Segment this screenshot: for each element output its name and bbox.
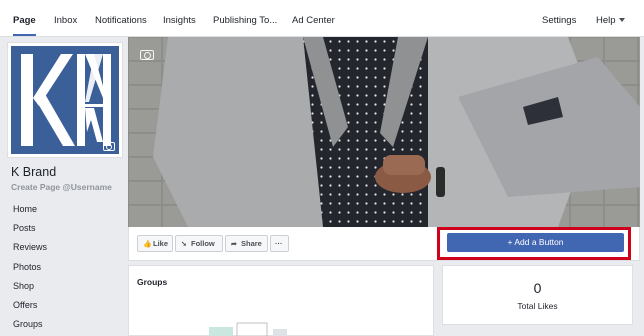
tab-publishing-tools[interactable]: Publishing To...	[213, 0, 277, 36]
sidebar-item-photos[interactable]: Photos	[13, 260, 123, 279]
cover-photo[interactable]	[128, 37, 640, 227]
brand-logo[interactable]	[11, 46, 119, 154]
help-label: Help	[596, 15, 616, 26]
likes-count: 0	[533, 280, 542, 296]
sidebar-nav: Home Posts Reviews Photos Shop Offers Gr…	[13, 202, 123, 336]
share-arrow-icon: ➦	[231, 241, 237, 248]
follow-button[interactable]: ➘ Follow	[175, 235, 223, 252]
share-button[interactable]: ➦ Share	[225, 235, 268, 252]
sidebar-item-groups[interactable]: Groups	[13, 317, 123, 336]
like-label: Like	[153, 239, 169, 248]
more-options-button[interactable]: ···	[270, 235, 289, 252]
camera-icon[interactable]	[103, 142, 115, 151]
highlight-annotation-box	[437, 227, 631, 260]
share-label: Share	[241, 239, 262, 248]
tab-insights[interactable]: Insights	[163, 0, 196, 36]
chevron-down-icon	[618, 18, 625, 22]
help-menu[interactable]: Help	[596, 0, 625, 36]
cover-image	[128, 37, 640, 227]
settings-link[interactable]: Settings	[542, 0, 576, 36]
like-button[interactable]: 👍Like	[137, 235, 173, 252]
follow-label: Follow	[191, 239, 215, 248]
top-navigation: Page Inbox Notifications Insights Publis…	[0, 0, 644, 37]
likes-label: Total Likes	[517, 301, 558, 311]
sidebar-item-reviews[interactable]: Reviews	[13, 240, 123, 259]
total-likes-card: 0 Total Likes	[442, 265, 633, 325]
left-column: K Brand Create Page @Username Home Posts…	[0, 37, 126, 336]
tab-page[interactable]: Page	[13, 0, 36, 36]
groups-title: Groups	[137, 277, 168, 287]
tab-inbox[interactable]: Inbox	[54, 0, 77, 36]
sidebar-item-offers[interactable]: Offers	[13, 298, 123, 317]
tab-notifications[interactable]: Notifications	[95, 0, 147, 36]
sidebar-item-shop[interactable]: Shop	[13, 279, 123, 298]
page-name[interactable]: K Brand	[11, 165, 56, 179]
sidebar-item-posts[interactable]: Posts	[13, 221, 123, 240]
thumbs-up-icon: 👍	[143, 241, 152, 248]
camera-icon[interactable]	[140, 50, 154, 60]
sidebar-item-home[interactable]: Home	[13, 202, 123, 221]
create-username-link[interactable]: Create Page @Username	[11, 182, 112, 192]
km-monogram-logo	[11, 46, 119, 154]
tab-ad-center[interactable]: Ad Center	[292, 0, 335, 36]
rss-icon: ➘	[181, 241, 187, 248]
groups-illustration-icon	[209, 322, 287, 336]
more-dots-icon: ···	[275, 239, 283, 248]
groups-card: Groups	[128, 265, 434, 336]
